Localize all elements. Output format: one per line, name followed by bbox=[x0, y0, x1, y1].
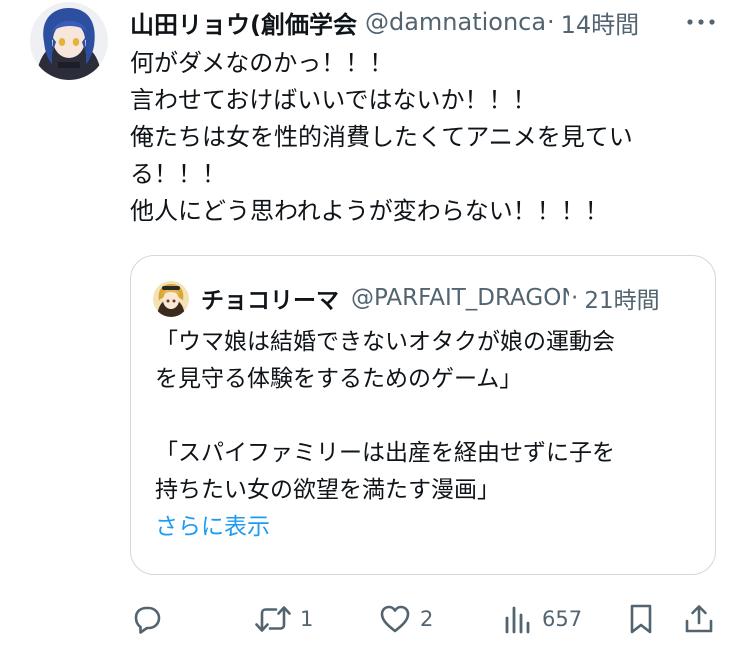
separator-dot: · bbox=[546, 8, 555, 36]
tweet-line: 何がダメなのかっ！！！ bbox=[130, 49, 394, 77]
more-options-button[interactable] bbox=[683, 8, 719, 36]
user-avatar-icon bbox=[30, 2, 108, 80]
like-button[interactable]: 2 bbox=[378, 597, 433, 641]
display-name[interactable]: 山田リョウ(創価学会 bbox=[130, 5, 357, 40]
retweet-icon bbox=[255, 606, 291, 632]
heart-icon bbox=[380, 605, 410, 633]
views-count: 657 bbox=[542, 607, 583, 631]
separator-dot: · bbox=[571, 285, 579, 311]
quoted-line: 「スパイファミリーは出産を経由せずに子を bbox=[155, 440, 615, 466]
avatar[interactable] bbox=[30, 2, 108, 80]
tweet-header: 山田リョウ(創価学会 @damnationcam · 14時間 bbox=[130, 4, 720, 40]
quoted-user-handle[interactable]: @PARFAIT_DRAGON bbox=[351, 285, 569, 311]
quoted-display-name[interactable]: チョコリーマ bbox=[201, 281, 339, 315]
quoted-line-blank bbox=[155, 398, 700, 435]
bookmark-icon bbox=[630, 604, 652, 634]
reply-button[interactable] bbox=[130, 597, 172, 641]
user-handle[interactable]: @damnationcam bbox=[365, 8, 545, 36]
quoted-tweet-text: 「ウマ娘は結婚できないオタクが娘の運動会 を見守る体験をするためのゲーム」 「ス… bbox=[155, 324, 700, 546]
tweet-line: 俺たちは女を性的消費したくてアニメを見てい bbox=[130, 123, 633, 151]
show-more-link[interactable]: さらに表示 bbox=[155, 509, 700, 546]
quoted-line: 持ちたい女の欲望を満たす漫画」 bbox=[155, 477, 500, 503]
views-bar-chart-icon bbox=[505, 606, 530, 634]
more-dots-icon bbox=[687, 19, 715, 25]
views-button[interactable]: 657 bbox=[502, 597, 582, 641]
quoted-line: を見守る体験をするためのゲーム」 bbox=[155, 366, 523, 392]
quoted-tweet-header: チョコリーマ @PARFAIT_DRAGON · 21時間 bbox=[201, 280, 701, 316]
quoted-user-avatar-icon bbox=[153, 281, 189, 317]
quoted-timestamp[interactable]: 21時間 bbox=[584, 281, 659, 315]
timestamp[interactable]: 14時間 bbox=[561, 5, 640, 40]
quoted-line: 「ウマ娘は結婚できないオタクが娘の運動会 bbox=[155, 329, 615, 355]
tweet-text: 何がダメなのかっ！！！ 言わせておけばいいではないか！！！ 俺たちは女を性的消費… bbox=[130, 45, 730, 230]
tweet-line: る！！！ bbox=[130, 160, 226, 188]
tweet-line: 他人にどう思われようが変わらない！！！！ bbox=[130, 197, 609, 225]
like-count: 2 bbox=[420, 607, 434, 631]
reply-icon bbox=[134, 606, 161, 634]
retweet-count: 1 bbox=[300, 607, 314, 631]
share-button[interactable] bbox=[682, 597, 716, 641]
bookmark-button[interactable] bbox=[626, 597, 656, 641]
tweet-line: 言わせておけばいいではないか！！！ bbox=[130, 86, 537, 114]
share-icon bbox=[685, 605, 713, 633]
quoted-avatar[interactable] bbox=[153, 281, 189, 317]
tweet-action-bar: 1 2 657 bbox=[130, 597, 720, 641]
quoted-tweet-card[interactable]: チョコリーマ @PARFAIT_DRAGON · 21時間 「ウマ娘は結婚できな… bbox=[130, 255, 716, 575]
retweet-button[interactable]: 1 bbox=[254, 597, 313, 641]
